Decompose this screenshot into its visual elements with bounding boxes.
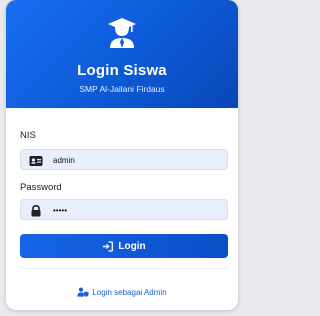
admin-link-label: Login sebagai Admin bbox=[92, 287, 167, 297]
login-card: Login Siswa SMP Al-Jailani Firdaus NIS P… bbox=[6, 0, 238, 310]
divider bbox=[20, 268, 228, 269]
lock-icon bbox=[29, 204, 43, 217]
login-button[interactable]: Login bbox=[20, 234, 228, 258]
user-shield-icon bbox=[77, 287, 89, 297]
page-title: Login Siswa bbox=[77, 62, 167, 79]
nis-label: NIS bbox=[20, 130, 36, 141]
password-label: Password bbox=[20, 182, 62, 193]
password-field[interactable] bbox=[20, 199, 228, 220]
login-header: Login Siswa SMP Al-Jailani Firdaus bbox=[6, 0, 238, 108]
admin-login-link[interactable]: Login sebagai Admin bbox=[6, 287, 238, 297]
school-name: SMP Al-Jailani Firdaus bbox=[79, 84, 165, 94]
nis-field[interactable] bbox=[20, 149, 228, 170]
nis-input[interactable] bbox=[53, 152, 223, 168]
login-button-label: Login bbox=[118, 240, 146, 252]
password-input[interactable] bbox=[53, 202, 223, 218]
id-card-icon bbox=[29, 154, 43, 166]
sign-in-icon bbox=[102, 240, 114, 252]
graduate-icon bbox=[107, 16, 137, 48]
